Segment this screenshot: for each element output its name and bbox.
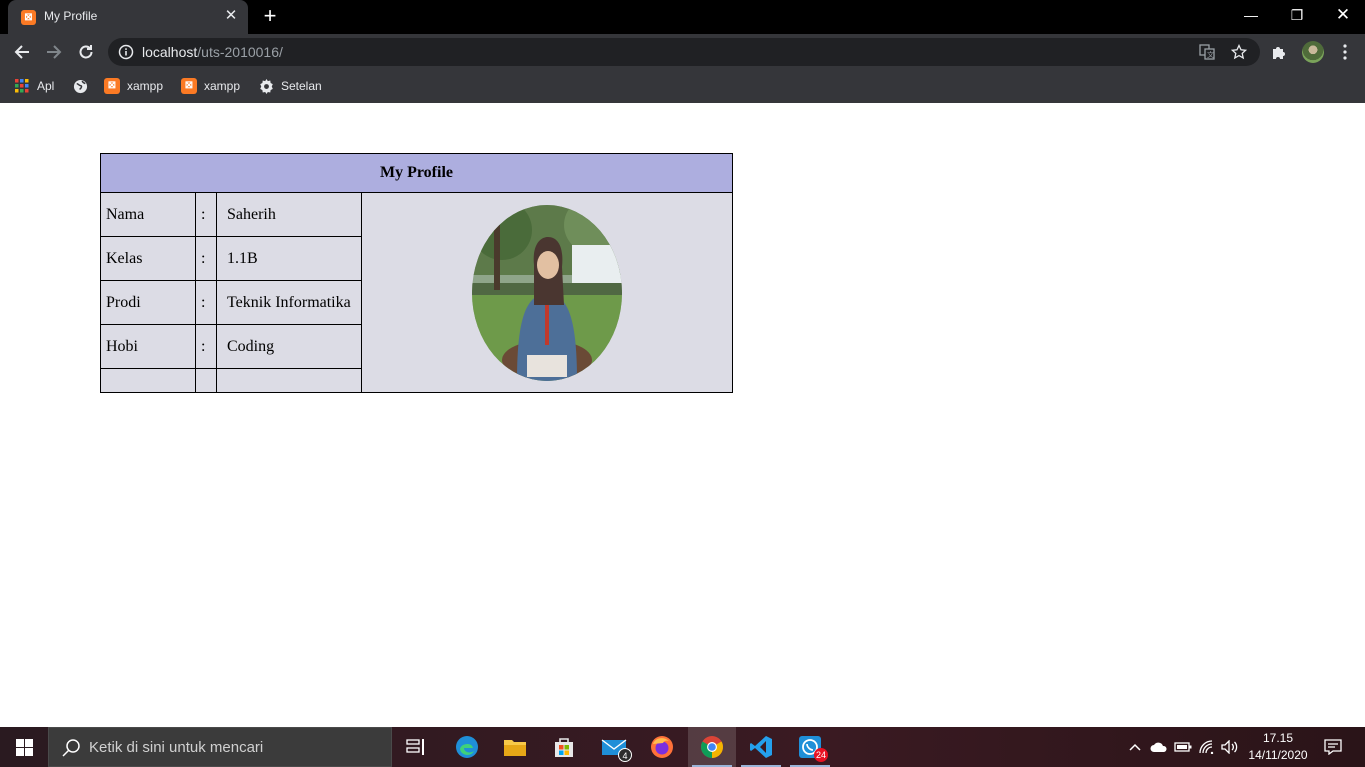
url-path: /uts-2010016/	[197, 44, 283, 60]
chrome-icon	[701, 736, 723, 758]
new-tab-button[interactable]: +	[259, 5, 281, 27]
reload-button[interactable]	[74, 40, 98, 64]
globe-icon	[72, 78, 88, 94]
gear-icon	[258, 78, 274, 94]
chrome-app[interactable]	[688, 727, 736, 767]
arrow-right-icon	[47, 45, 62, 59]
file-explorer-app[interactable]	[491, 727, 539, 767]
search-placeholder: Ketik di sini untuk mencari	[89, 739, 264, 756]
info-icon[interactable]	[118, 44, 134, 60]
store-bag-icon	[555, 738, 573, 757]
forward-button[interactable]	[42, 40, 66, 64]
vscode-icon	[750, 736, 772, 758]
bookmark-label: Apl	[37, 79, 55, 93]
back-button[interactable]	[10, 40, 34, 64]
chevron-up-icon[interactable]	[1125, 737, 1145, 757]
row-label-kelas: Kelas	[100, 236, 196, 281]
firefox-app[interactable]	[638, 727, 686, 767]
whatsapp-badge: 24	[814, 748, 828, 762]
svg-text:文: 文	[1207, 50, 1214, 59]
mail-app[interactable]: 4	[590, 727, 638, 767]
bookmark-star-icon[interactable]	[1230, 43, 1248, 61]
search-icon	[62, 739, 80, 757]
reload-icon	[79, 45, 93, 59]
extensions-puzzle-icon[interactable]	[1269, 42, 1289, 62]
row-separator: :	[195, 192, 217, 237]
row-value-kelas: 1.1B	[216, 236, 362, 281]
task-view-icon	[406, 739, 424, 755]
mail-badge: 4	[618, 748, 632, 762]
row-separator: :	[195, 324, 217, 369]
system-clock[interactable]: 17.15 14/11/2020	[1248, 730, 1308, 764]
row-value-prodi: Teknik Informatika	[216, 280, 362, 325]
url-host: localhost	[142, 44, 198, 60]
folder-icon	[504, 740, 526, 756]
browser-toolbar: localhost/uts-2010016/ 文	[0, 34, 1365, 70]
clock-time: 17.15	[1262, 731, 1294, 745]
address-bar[interactable]: localhost/uts-2010016/ 文	[108, 38, 1260, 66]
task-view-button[interactable]	[392, 727, 440, 767]
table-row: Nama : Saherih	[100, 192, 733, 393]
photo-cell	[361, 192, 733, 393]
store-app[interactable]	[540, 727, 588, 767]
row-value-empty	[216, 368, 362, 393]
row-value-hobi: Coding	[216, 324, 362, 369]
row-separator	[195, 368, 217, 393]
browser-titlebar: ⊠ My Profile ✕ + — ❐ ✕	[0, 0, 1365, 34]
bookmark-settings[interactable]: Setelan	[258, 77, 322, 95]
close-window-button[interactable]: ✕	[1320, 0, 1365, 30]
bookmark-label: xampp	[127, 79, 164, 93]
more-menu-icon[interactable]	[1335, 42, 1355, 62]
arrow-left-icon	[14, 45, 29, 59]
close-tab-icon[interactable]: ✕	[222, 7, 240, 25]
apps-grid-icon	[14, 78, 30, 94]
bookmark-apps[interactable]: Apl	[14, 77, 54, 95]
row-value-nama: Saherih	[216, 192, 362, 237]
xampp-icon: ⊠	[181, 78, 197, 94]
bookmark-globe[interactable]	[72, 77, 95, 95]
xampp-icon: ⊠	[104, 78, 120, 94]
wifi-icon[interactable]	[1197, 737, 1217, 757]
clock-date: 14/11/2020	[1248, 748, 1308, 762]
row-separator: :	[195, 280, 217, 325]
row-separator: :	[195, 236, 217, 281]
bookmark-label: Setelan	[281, 79, 322, 93]
vscode-app[interactable]	[737, 727, 785, 767]
taskbar-search[interactable]: Ketik di sini untuk mencari	[48, 727, 392, 767]
windows-logo-icon	[15, 738, 33, 756]
profile-table: My Profile Nama : Saherih Kelas: 1.1B P…	[100, 153, 733, 393]
row-label-hobi: Hobi	[100, 324, 196, 369]
xampp-icon: ⊠	[21, 10, 36, 25]
row-label-prodi: Prodi	[100, 280, 196, 325]
notification-center-icon[interactable]	[1323, 737, 1343, 757]
start-button[interactable]	[0, 727, 48, 767]
row-label-nama: Nama	[100, 192, 196, 237]
restore-button[interactable]: ❐	[1274, 0, 1320, 30]
bookmark-label: xampp	[204, 79, 241, 93]
edge-app[interactable]	[443, 727, 491, 767]
whatsapp-app[interactable]: 24	[786, 727, 834, 767]
edge-icon	[456, 736, 478, 758]
profile-avatar[interactable]	[1302, 41, 1324, 63]
tab-title: My Profile	[44, 9, 98, 23]
speaker-icon[interactable]	[1220, 737, 1240, 757]
onedrive-cloud-icon[interactable]	[1149, 737, 1169, 757]
firefox-icon	[651, 736, 673, 758]
profile-table-title: My Profile	[100, 153, 733, 193]
windows-taskbar: Ketik di sini untuk mencari 4 24 17.15 1…	[0, 727, 1365, 767]
translate-icon[interactable]: 文	[1198, 43, 1216, 61]
battery-icon[interactable]	[1173, 737, 1193, 757]
row-label-empty	[100, 368, 196, 393]
url-text[interactable]: localhost/uts-2010016/	[142, 44, 283, 60]
browser-tab[interactable]: ⊠ My Profile ✕	[8, 0, 248, 34]
minimize-button[interactable]: —	[1228, 0, 1274, 30]
profile-photo	[472, 204, 622, 381]
bookmark-xampp-1[interactable]: ⊠ xampp	[104, 77, 163, 95]
bookmarks-bar: Apl ⊠ xampp ⊠ xampp Setelan	[0, 70, 1365, 103]
bookmark-xampp-2[interactable]: ⊠ xampp	[181, 77, 240, 95]
